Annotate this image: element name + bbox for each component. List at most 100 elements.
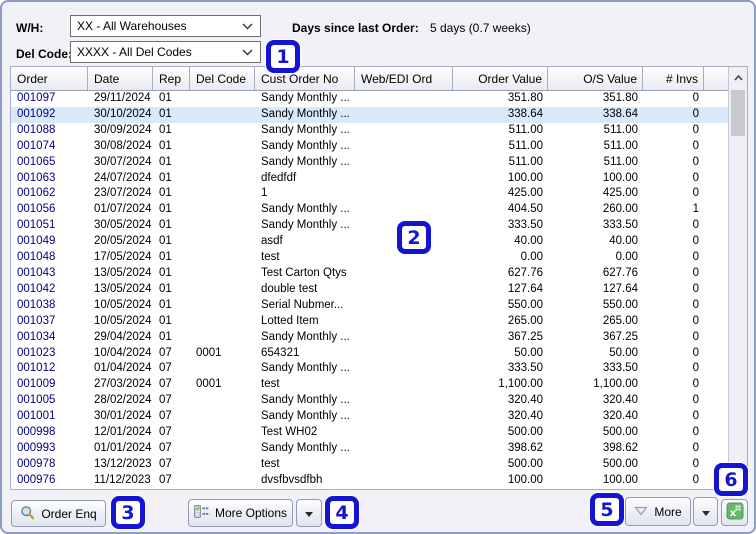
export-to-excel-button[interactable]: x bbox=[721, 499, 748, 526]
order-number-cell: 001048 bbox=[17, 251, 56, 264]
order-number-cell: 001043 bbox=[17, 266, 56, 279]
table-row[interactable]: 001038 10/05/2024 01 Serial Nubmer... 550.00… bbox=[11, 297, 728, 314]
table-cell: 30/01/2024 bbox=[94, 410, 152, 423]
table-row[interactable]: 001048 17/05/2024 01 test 0.00 0.00 0 bbox=[11, 250, 728, 266]
table-row[interactable]: 000978 13/12/2023 07 test 500.00 500.00 0 bbox=[11, 456, 728, 473]
table-row[interactable]: 001012 01/04/2024 07 Sandy Monthly ... 333.5… bbox=[11, 361, 728, 378]
column-header-del-code[interactable]: Del Code bbox=[190, 67, 255, 90]
order-number-cell: 001065 bbox=[17, 155, 56, 168]
table-row[interactable]: 001056 01/07/2024 01 Sandy Monthly ... 404.5… bbox=[11, 202, 728, 219]
callout-badge-5: 5 bbox=[590, 493, 624, 526]
table-cell: 01 bbox=[159, 92, 172, 104]
more-button[interactable]: More bbox=[625, 497, 691, 526]
column-header-order[interactable]: Order bbox=[11, 67, 88, 90]
table-cell bbox=[190, 441, 255, 457]
scrollbar-thumb[interactable] bbox=[731, 90, 745, 136]
table-cell: 500.00 bbox=[602, 426, 638, 439]
table-row[interactable]: 001074 30/08/2024 01 Sandy Monthly ... 511.0… bbox=[11, 138, 728, 155]
table-row[interactable]: 001005 28/02/2024 07 Sandy Monthly ... 320.4… bbox=[11, 393, 728, 410]
order-number-cell: 000976 bbox=[17, 473, 56, 486]
table-row[interactable]: 001088 30/09/2024 01 Sandy Monthly ... 511.0… bbox=[11, 122, 728, 139]
table-cell bbox=[704, 346, 728, 362]
table-row[interactable]: 001097 29/11/2024 01 Sandy Monthly ... 351.8… bbox=[11, 91, 728, 107]
table-cell bbox=[190, 393, 255, 409]
column-header-order-value[interactable]: Order Value bbox=[453, 67, 548, 90]
table-cell bbox=[190, 155, 255, 171]
table-cell: 07 bbox=[159, 362, 172, 375]
order-number-cell: 001005 bbox=[17, 394, 56, 407]
table-cell: 333.50 bbox=[507, 362, 543, 375]
table-cell: 0 bbox=[692, 346, 699, 359]
table-cell: 550.00 bbox=[602, 298, 638, 311]
table-row[interactable]: 001092 30/10/2024 01 Sandy Monthly ... 338.6… bbox=[11, 106, 728, 123]
table-cell: 13/12/2023 bbox=[94, 457, 152, 470]
table-row[interactable]: 001063 24/07/2024 01 dfedfdf 100.00 100.00 0 bbox=[11, 170, 728, 187]
table-row[interactable]: 001043 13/05/2024 01 Test Carton Qtys 627.76… bbox=[11, 265, 728, 282]
table-cell: 0 bbox=[692, 298, 699, 311]
table-cell bbox=[704, 393, 728, 409]
table-row[interactable]: 001065 30/07/2024 01 Sandy Monthly ... 511.0… bbox=[11, 154, 728, 171]
table-row[interactable]: 001034 29/04/2024 01 Sandy Monthly ... 367.2… bbox=[11, 329, 728, 346]
table-cell bbox=[190, 234, 255, 250]
table-cell: 0 bbox=[692, 378, 699, 391]
table-cell bbox=[190, 91, 255, 107]
table-cell: Sandy Monthly ... bbox=[261, 330, 350, 343]
table-cell bbox=[190, 409, 255, 425]
table-cell bbox=[355, 346, 453, 362]
table-cell: 654321 bbox=[261, 346, 300, 359]
table-cell bbox=[704, 409, 728, 425]
more-options-button[interactable]: More Options bbox=[188, 499, 293, 527]
table-row[interactable]: 000998 12/01/2024 07 Test WH02 500.00 500.00 0 bbox=[11, 425, 728, 441]
order-number-cell: 001023 bbox=[17, 346, 56, 359]
dropdown-arrow-icon bbox=[305, 506, 313, 520]
warehouse-label: W/H: bbox=[16, 21, 44, 35]
table-cell: 07 bbox=[159, 346, 172, 359]
scroll-up-button[interactable] bbox=[729, 67, 747, 88]
column-header--invs[interactable]: # Invs bbox=[643, 67, 704, 90]
table-cell: dvsfbvsdfbh bbox=[261, 473, 323, 486]
table-cell: 260.00 bbox=[602, 203, 638, 216]
column-header-date[interactable]: Date bbox=[88, 67, 153, 90]
table-cell: 0 bbox=[692, 235, 699, 248]
table-row[interactable]: 000976 11/12/2023 07 dvsfbvsdfbh 100.00 100.0… bbox=[11, 472, 728, 489]
table-cell: 320.40 bbox=[602, 410, 638, 423]
orders-grid: Order Date Rep Del Code Cust Order No Web/EDI… bbox=[10, 66, 748, 490]
table-cell: Sandy Monthly ... bbox=[261, 362, 350, 375]
table-cell: 07 bbox=[159, 426, 172, 439]
table-cell: 351.80 bbox=[602, 92, 638, 104]
table-cell: Lotted Item bbox=[261, 314, 319, 327]
table-row[interactable]: 001009 27/03/2024 07 0001 test 1,100.00 1,100.… bbox=[11, 377, 728, 394]
column-header-web-edi-ord[interactable]: Web/EDI Ord bbox=[355, 67, 453, 90]
table-row[interactable]: 000993 01/01/2024 07 Sandy Monthly ... 398.6… bbox=[11, 440, 728, 457]
column-header-o-s-value[interactable]: O/S Value bbox=[548, 67, 643, 90]
order-number-cell: 001012 bbox=[17, 362, 56, 375]
order-enq-button[interactable]: Order Enq bbox=[11, 500, 106, 527]
table-row[interactable]: 001042 13/05/2024 01 double test 127.64 127.6… bbox=[11, 281, 728, 298]
more-dropdown-button[interactable] bbox=[693, 497, 718, 526]
order-number-cell: 001074 bbox=[17, 139, 56, 152]
table-cell: asdf bbox=[261, 235, 283, 248]
vertical-scrollbar[interactable] bbox=[728, 67, 747, 489]
del-code-select[interactable]: XXXX - All Del Codes bbox=[70, 41, 261, 63]
table-row[interactable]: 001001 30/01/2024 07 Sandy Monthly ... 320.4… bbox=[11, 409, 728, 426]
svg-text:x: x bbox=[729, 508, 736, 519]
more-options-dropdown-button[interactable] bbox=[296, 499, 322, 527]
table-cell: 01 bbox=[159, 171, 172, 184]
warehouse-select[interactable]: XX - All Warehouses bbox=[70, 15, 261, 37]
table-row[interactable]: 001037 10/05/2024 01 Lotted Item 265.00 265.0… bbox=[11, 313, 728, 330]
table-cell bbox=[704, 107, 728, 123]
table-cell: 338.64 bbox=[602, 107, 638, 120]
order-number-cell: 001001 bbox=[17, 410, 56, 423]
table-cell: Sandy Monthly ... bbox=[261, 155, 350, 168]
grid-header: Order Date Rep Del Code Cust Order No Web/EDI… bbox=[11, 67, 728, 91]
table-cell: 0 bbox=[692, 426, 699, 439]
table-row[interactable]: 001062 23/07/2024 01 1 425.00 425.00 0 bbox=[11, 186, 728, 203]
table-cell: 0 bbox=[692, 171, 699, 184]
form-options-icon bbox=[193, 505, 209, 521]
table-cell: 07 bbox=[159, 378, 172, 391]
table-row[interactable]: 001051 30/05/2024 01 Sandy Monthly ... 333.5… bbox=[11, 218, 728, 235]
column-header-rep[interactable]: Rep bbox=[153, 67, 190, 90]
table-row[interactable]: 001023 10/04/2024 07 0001 654321 50.00 50.00 0 bbox=[11, 345, 728, 362]
table-cell: 351.80 bbox=[507, 92, 543, 104]
table-row[interactable]: 001049 20/05/2024 01 asdf 40.00 40.00 0 bbox=[11, 234, 728, 251]
